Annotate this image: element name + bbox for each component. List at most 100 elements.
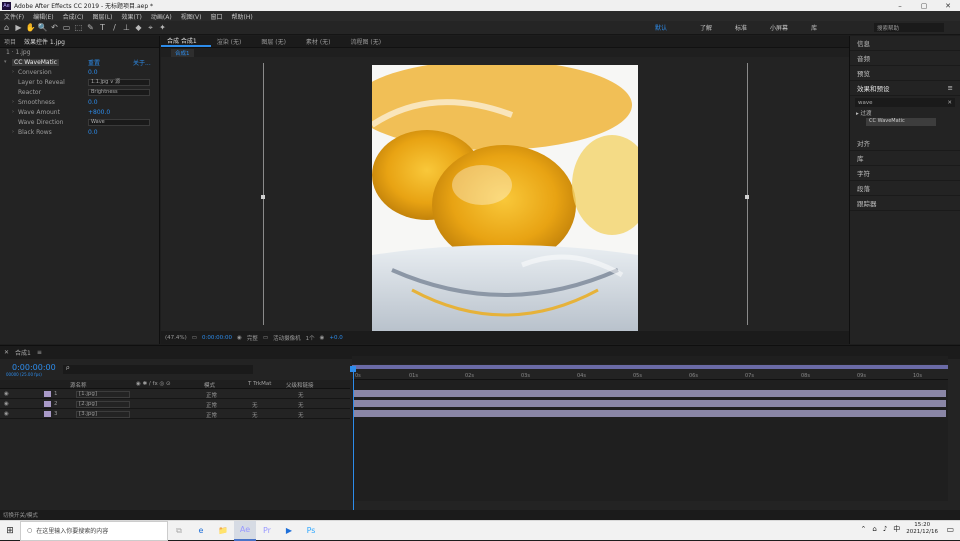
help-search-input[interactable]: 搜索帮助 — [874, 23, 944, 32]
pan-behind-tool-icon[interactable]: ⬚ — [73, 22, 84, 33]
menu-window[interactable]: 窗口 — [210, 12, 222, 21]
layer-name[interactable]: [3.jpg] — [76, 411, 130, 418]
roto-brush-tool-icon[interactable]: ⌖ — [145, 22, 156, 33]
current-time-indicator-head[interactable] — [350, 366, 356, 372]
panel-libraries[interactable]: 库 — [850, 151, 960, 166]
menu-edit[interactable]: 编辑(E) — [33, 12, 53, 21]
notification-icon[interactable]: ▭ — [946, 525, 954, 534]
expand-triangle-icon[interactable]: › — [12, 129, 14, 135]
clear-search-icon[interactable]: ✕ — [947, 100, 952, 106]
composition-viewer[interactable] — [161, 57, 849, 331]
panel-paragraph[interactable]: 段落 — [850, 181, 960, 196]
prop-dropdown[interactable]: Brightness — [88, 88, 150, 96]
visibility-eye-icon[interactable]: ◉ — [4, 391, 9, 397]
camera-dropdown[interactable]: 活动摄像机 — [273, 334, 301, 342]
tab-render[interactable]: 渲染 (无) — [211, 37, 256, 46]
label-color-swatch[interactable] — [44, 391, 51, 397]
col-parent[interactable]: 父级和链接 — [286, 381, 314, 389]
panel-menu-icon[interactable]: ≡ — [37, 349, 42, 356]
workspace-standard[interactable]: 标准 — [735, 23, 747, 32]
panel-effects-presets[interactable]: 效果和预设 ≡ — [850, 81, 960, 96]
layer-mode[interactable]: 正常 — [206, 411, 217, 419]
puppet-tool-icon[interactable]: ✦ — [157, 22, 168, 33]
panel-preview[interactable]: 预览 — [850, 66, 960, 81]
tab-footage[interactable]: 素材 (无) — [300, 37, 345, 46]
exposure-value[interactable]: +0.0 — [329, 335, 342, 341]
timeline-layer-row[interactable]: ◉ 3 [3.jpg] 正常 无 无 — [0, 410, 350, 419]
effects-search-input[interactable]: wave ✕ — [855, 98, 955, 107]
zoom-tool-icon[interactable]: 🔍 — [37, 22, 48, 33]
close-button[interactable]: ✕ — [936, 0, 960, 11]
tab-flowchart[interactable]: 流程图 (无) — [345, 37, 396, 46]
effects-category[interactable]: ▸ 过渡 — [850, 109, 960, 117]
layer-duration-bar[interactable] — [354, 400, 946, 407]
timeline-layer-row[interactable]: ◉ 1 [1.jpg] 正常 无 — [0, 390, 350, 399]
file-explorer-icon[interactable]: 📁 — [212, 521, 234, 541]
snapshot-icon[interactable]: ◉ — [237, 335, 242, 341]
task-view-icon[interactable]: ⧉ — [168, 521, 190, 541]
views-dropdown[interactable]: 1个 — [306, 334, 315, 342]
camera-tool-icon[interactable]: ▭ — [61, 22, 72, 33]
visibility-eye-icon[interactable]: ◉ — [4, 401, 9, 407]
after-effects-icon[interactable]: Ae — [234, 520, 256, 541]
menu-animation[interactable]: 动画(A) — [151, 12, 172, 21]
panel-character[interactable]: 字符 — [850, 166, 960, 181]
eraser-tool-icon[interactable]: ◆ — [133, 22, 144, 33]
expand-triangle-icon[interactable]: › — [12, 109, 14, 115]
layer-parent[interactable]: 无 — [298, 401, 304, 409]
layer-mode[interactable]: 正常 — [206, 391, 217, 399]
layer-name[interactable]: [1.jpg] — [76, 391, 130, 398]
expand-triangle-icon[interactable]: › — [12, 99, 14, 105]
prop-value[interactable]: 0.0 — [88, 129, 98, 136]
work-area-bar[interactable] — [352, 365, 948, 369]
prop-value[interactable]: +800.0 — [88, 109, 110, 116]
workspace-libraries[interactable]: 库 — [811, 23, 817, 32]
expand-triangle-icon[interactable]: › — [12, 69, 14, 75]
layer-trkmat[interactable]: 无 — [252, 411, 258, 419]
tab-project[interactable]: 项目 — [0, 37, 20, 46]
brush-tool-icon[interactable]: / — [109, 22, 120, 33]
photoshop-icon[interactable]: Ps — [300, 521, 322, 541]
panel-info[interactable]: 信息 — [850, 36, 960, 51]
col-mode[interactable]: 模式 — [204, 381, 215, 389]
toggle-transparency-icon[interactable]: ▭ — [192, 335, 197, 341]
label-color-swatch[interactable] — [44, 411, 51, 417]
show-hidden-icons-icon[interactable]: ⌃ — [861, 525, 867, 533]
effect-reset-link[interactable]: 重置 — [88, 58, 100, 67]
system-clock[interactable]: 15:20 2021/12/16 — [906, 522, 938, 536]
region-of-interest-icon[interactable]: ▭ — [263, 335, 268, 341]
bounding-handle[interactable] — [745, 195, 749, 199]
bounding-handle[interactable] — [261, 195, 265, 199]
current-time-display[interactable]: 0:00:00:00 — [202, 335, 232, 341]
pen-tool-icon[interactable]: ✎ — [85, 22, 96, 33]
selection-tool-icon[interactable]: ▶ — [13, 22, 24, 33]
premiere-pro-icon[interactable]: Pr — [256, 521, 278, 541]
rotate-tool-icon[interactable]: ↶ — [49, 22, 60, 33]
prop-value[interactable]: 0.0 — [88, 69, 98, 76]
menu-help[interactable]: 帮助(H) — [232, 12, 253, 21]
layer-parent[interactable]: 无 — [298, 411, 304, 419]
workspace-small-screen[interactable]: 小屏幕 — [770, 23, 788, 32]
current-time-indicator[interactable] — [353, 370, 354, 510]
menu-file[interactable]: 文件(F) — [4, 12, 24, 21]
prop-value[interactable]: 0.0 — [88, 99, 98, 106]
effect-header[interactable]: ▾ CC WaveMatic 重置 关于... — [0, 57, 159, 67]
reset-exposure-icon[interactable]: ◉ — [320, 335, 325, 341]
visibility-eye-icon[interactable]: ◉ — [4, 411, 9, 417]
timeline-search-input[interactable]: ρ — [63, 365, 253, 374]
home-icon[interactable]: ⌂ — [1, 22, 12, 33]
time-ruler[interactable]: 0s 01s 02s 03s 04s 05s 06s 07s 08s 09s 1… — [352, 364, 948, 380]
taskbar-search-input[interactable]: ○ 在这里输入你要搜索的内容 — [20, 520, 168, 541]
edge-browser-icon[interactable]: e — [190, 521, 212, 541]
minimize-button[interactable]: – — [888, 0, 912, 11]
prop-dropdown[interactable]: Wave — [88, 118, 150, 126]
close-tab-icon[interactable]: ✕ — [4, 349, 9, 356]
timeline-layer-row[interactable]: ◉ 2 [2.jpg] 正常 无 无 — [0, 400, 350, 409]
col-trkmat[interactable]: T TrkMat — [248, 381, 271, 387]
layer-name[interactable]: [2.jpg] — [76, 401, 130, 408]
panel-menu-icon[interactable]: ≡ — [948, 84, 953, 92]
windows-start-icon[interactable]: ⊞ — [0, 521, 20, 541]
clone-stamp-tool-icon[interactable]: ⊥ — [121, 22, 132, 33]
text-tool-icon[interactable]: T — [97, 22, 108, 33]
ime-icon[interactable]: 中 — [893, 524, 900, 534]
